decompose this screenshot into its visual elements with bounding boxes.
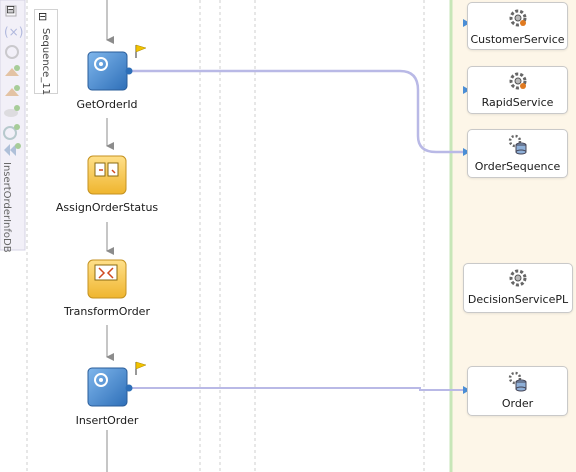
partner-link-label: RapidService: [481, 96, 554, 109]
flag-icon: [135, 361, 147, 375]
partner-link-label: OrderSequence: [474, 160, 561, 173]
partner-link-label: Order: [501, 397, 534, 410]
flag-icon: [135, 44, 147, 58]
activity-label: GetOrderId: [76, 98, 138, 111]
bpel-canvas[interactable]: (×) ⊟ Sequence_11 ⊟ InsertOrderInfoDB Ge…: [0, 0, 576, 472]
sequence-name: Sequence_11: [40, 28, 51, 96]
scope-name: InsertOrderInfoDB: [1, 162, 12, 253]
partner-link-label: CustomerService: [470, 33, 565, 46]
svg-text:(×): (×): [4, 25, 23, 39]
partner-link-rapid-service[interactable]: RapidService: [467, 66, 568, 114]
db-adapter-icon: [508, 371, 527, 392]
activity-assign-order-status[interactable]: [88, 156, 127, 194]
partner-link-label: DecisionServicePL: [467, 293, 569, 306]
gear-service-icon: [509, 9, 527, 27]
partner-link-order-sequence[interactable]: OrderSequence: [467, 129, 568, 178]
activity-label: AssignOrderStatus: [55, 201, 159, 214]
gear-service-icon: [509, 72, 527, 90]
sequence-collapse-button[interactable]: ⊟: [38, 10, 47, 23]
gear-service-icon: [509, 269, 527, 287]
db-adapter-icon: [508, 134, 527, 155]
partner-link-decision-service-pl[interactable]: DecisionServicePL: [463, 263, 573, 313]
activity-label: InsertOrder: [75, 414, 139, 427]
scope-collapse-button[interactable]: ⊟: [6, 3, 15, 16]
activity-transform-order[interactable]: [88, 260, 127, 298]
activity-get-order-id[interactable]: [88, 52, 128, 90]
activity-label: TransformOrder: [64, 305, 150, 318]
partner-link-customer-service[interactable]: CustomerService: [467, 2, 568, 50]
partner-link-order[interactable]: Order: [467, 366, 568, 416]
activity-insert-order[interactable]: [88, 368, 128, 406]
